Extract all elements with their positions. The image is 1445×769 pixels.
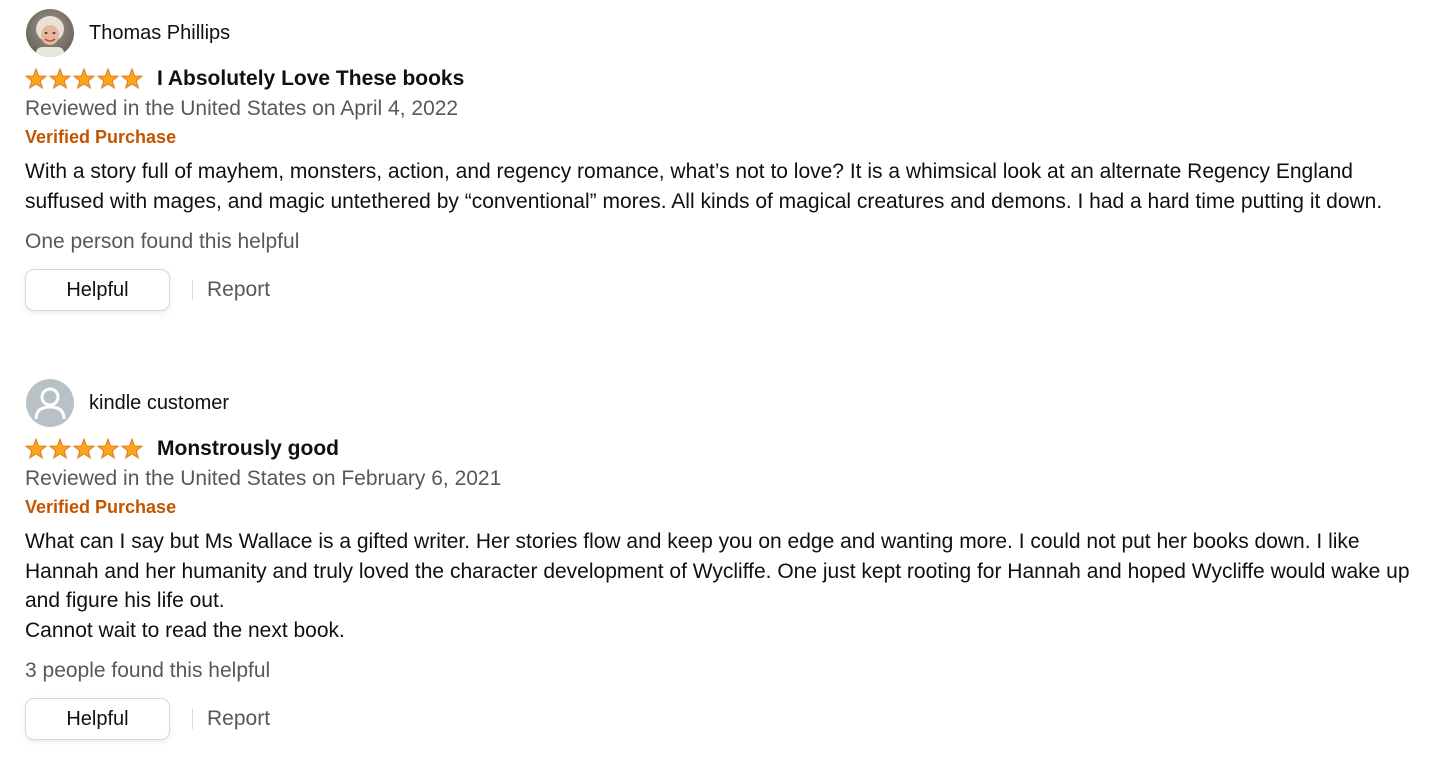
five-stars-icon	[25, 438, 143, 460]
review-date: Reviewed in the United States on Februar…	[25, 467, 502, 490]
review-title[interactable]: Monstrously good	[157, 437, 339, 461]
person-silhouette-icon	[26, 379, 74, 427]
default-avatar-icon[interactable]	[26, 379, 74, 427]
reviewer-profile[interactable]: Thomas Phillips	[25, 9, 1415, 57]
report-link[interactable]: Report	[207, 707, 270, 731]
helpful-count: One person found this helpful	[25, 230, 300, 253]
review-actions: Helpful Report	[25, 697, 1415, 741]
review-card: kindle customer Monstrously good Reviewe…	[25, 379, 1415, 741]
review-card: Thomas Phillips I Absolutely Love These …	[25, 9, 1415, 312]
reviewer-name[interactable]: Thomas Phillips	[89, 22, 230, 45]
review-body: With a story full of mayhem, monsters, a…	[25, 160, 1383, 213]
verified-purchase-badge: Verified Purchase	[25, 127, 177, 147]
five-stars-icon	[25, 68, 143, 90]
reviewer-name[interactable]: kindle customer	[89, 392, 229, 415]
verified-purchase-badge: Verified Purchase	[25, 497, 177, 517]
star-rating[interactable]	[25, 68, 143, 90]
star-rating[interactable]	[25, 438, 143, 460]
helpful-count: 3 people found this helpful	[25, 659, 271, 682]
helpful-button[interactable]: Helpful	[25, 698, 170, 740]
review-body: What can I say but Ms Wallace is a gifte…	[25, 530, 1410, 642]
avatar-photo	[26, 9, 74, 57]
helpful-button[interactable]: Helpful	[25, 269, 170, 311]
review-title[interactable]: I Absolutely Love These books	[157, 67, 464, 91]
reviewer-profile[interactable]: kindle customer	[25, 379, 1415, 427]
avatar[interactable]	[26, 9, 74, 57]
reviews-list: Thomas Phillips I Absolutely Love These …	[0, 0, 1445, 769]
review-actions: Helpful Report	[25, 268, 1415, 312]
report-link[interactable]: Report	[207, 278, 270, 302]
review-title-row: Monstrously good	[25, 435, 1415, 463]
divider	[192, 709, 193, 729]
review-title-row: I Absolutely Love These books	[25, 65, 1415, 93]
review-date: Reviewed in the United States on April 4…	[25, 97, 459, 120]
divider	[192, 280, 193, 300]
